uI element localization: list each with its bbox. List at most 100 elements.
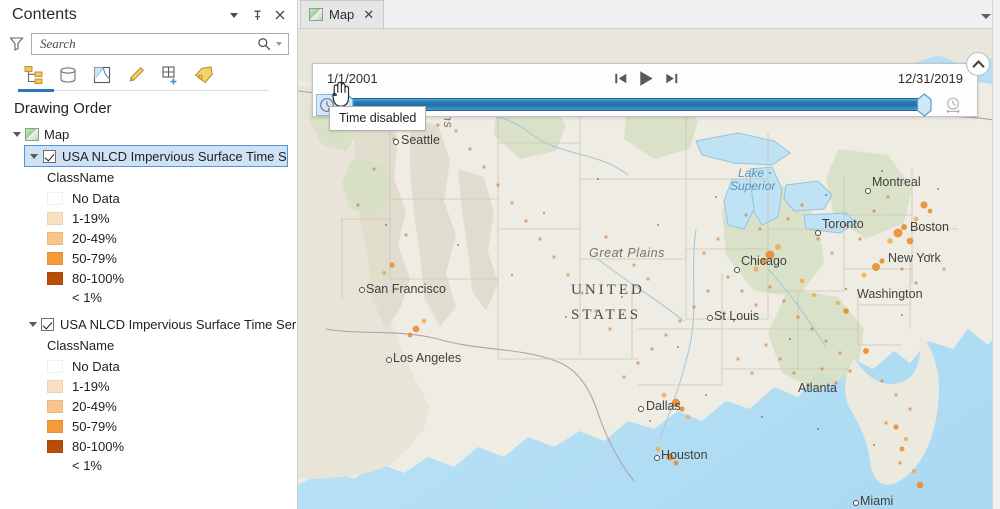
time-slider-header: 1/1/2001 12/31/2019 [313, 64, 977, 92]
legend-swatch [47, 359, 63, 373]
legend-swatch [47, 271, 63, 285]
city-dot [638, 406, 644, 412]
layer-row-0[interactable]: USA NLCD Impervious Surface Time Series [24, 145, 288, 167]
classname-header: ClassName [47, 338, 115, 353]
legend-swatch [47, 211, 63, 225]
legend-item: 80-100% [0, 268, 297, 288]
city-dot [815, 230, 821, 236]
city-dot [393, 139, 399, 145]
legend-item: No Data [0, 356, 297, 376]
contents-header: Contents [0, 0, 297, 30]
time-disabled-tooltip: Time disabled [329, 106, 427, 131]
panel-menu-button[interactable] [227, 8, 241, 22]
classname-header: ClassName [47, 170, 115, 185]
list-by-selection-button[interactable] [86, 60, 118, 90]
city-dot [359, 287, 365, 293]
layer-tree: Drawing Order Map USA NLCD Impervious Su… [0, 93, 297, 509]
clock-arrows-icon [946, 97, 960, 114]
time-slider[interactable]: 1/1/2001 12/31/2019 Time disabled [312, 52, 990, 131]
magnifier-icon[interactable] [257, 37, 271, 51]
time-playback-controls [614, 70, 678, 87]
search-options-caret-icon[interactable] [276, 41, 282, 46]
chevron-down-icon [230, 12, 238, 18]
legend-item: 1-19% [0, 208, 297, 228]
legend-swatch [47, 439, 63, 453]
time-slider-collapse-button[interactable] [966, 52, 990, 76]
layer-label: USA NLCD Impervious Surface Time Series [60, 317, 297, 332]
legend-label: No Data [72, 190, 120, 206]
list-by-snapping-button[interactable] [154, 60, 186, 90]
legend-item: 20-49% [0, 228, 297, 248]
time-range-end-handle[interactable] [916, 93, 933, 117]
tree-row-map[interactable]: Map [0, 124, 297, 145]
legend-item: 20-49% [0, 396, 297, 416]
active-tool-underline [18, 89, 54, 92]
legend-label: 80-100% [72, 270, 125, 286]
play-button[interactable] [638, 70, 654, 87]
legend-swatch [47, 251, 63, 265]
layer-visibility-checkbox[interactable] [41, 318, 54, 331]
map-canvas[interactable]: Seattle San Francisco Los Angeles Dallas… [298, 29, 1000, 509]
expander-icon[interactable] [10, 128, 23, 141]
right-edge-strip [992, 0, 1000, 509]
legend-item: 80-100% [0, 436, 297, 456]
search-box[interactable] [31, 32, 289, 55]
legend-item: 1-19% [0, 376, 297, 396]
legend-label: 20-49% [72, 398, 117, 414]
legend-swatch [47, 419, 63, 433]
list-by-editing-button[interactable] [120, 60, 152, 90]
list-by-data-source-button[interactable] [52, 60, 84, 90]
expander-icon[interactable] [27, 150, 40, 163]
map-node-label: Map [44, 127, 70, 142]
legend-label: 20-49% [72, 230, 117, 246]
legend-label: 1-19% [72, 210, 110, 226]
tab-label: Map [329, 7, 355, 22]
time-span-button[interactable] [943, 95, 963, 115]
tab-map[interactable]: Map ✕ [300, 0, 385, 28]
legend-note: < 1% [72, 290, 102, 305]
next-frame-button[interactable] [665, 72, 678, 85]
list-by-labeling-button[interactable] [188, 60, 220, 90]
city-dot [853, 500, 859, 506]
legend-swatch [47, 231, 63, 245]
legend-swatch [47, 191, 63, 205]
city-dot [734, 267, 740, 273]
contents-panel: Contents Search Drawing Order Map USA NL… [0, 0, 298, 509]
legend-item: 50-79% [0, 248, 297, 268]
previous-frame-button[interactable] [614, 72, 627, 85]
tab-bar: Map ✕ [298, 0, 1000, 29]
time-end-date: 12/31/2019 [897, 70, 963, 86]
time-slider-track[interactable] [343, 98, 927, 111]
legend-item: No Data [0, 188, 297, 208]
legend-swatch [47, 399, 63, 413]
expander-icon[interactable] [26, 318, 39, 331]
toolbar-divider [54, 90, 269, 91]
contents-toolbar [0, 57, 297, 93]
map-thumbnail-icon [309, 8, 323, 21]
funnel-icon[interactable] [9, 36, 24, 51]
close-icon[interactable]: ✕ [363, 7, 374, 23]
layer-label: USA NLCD Impervious Surface Time Series [62, 148, 287, 164]
tree-title: Drawing Order [14, 100, 112, 117]
close-button[interactable] [273, 8, 287, 22]
panel-title: Contents [12, 6, 77, 23]
search-input[interactable] [40, 35, 257, 52]
layer-row-1[interactable]: USA NLCD Impervious Surface Time Series [0, 314, 297, 335]
legend-label: 50-79% [72, 250, 117, 266]
pin-button[interactable] [250, 8, 264, 22]
legend-item: 50-79% [0, 416, 297, 436]
panel-header-buttons [227, 8, 289, 22]
city-dot [865, 188, 871, 194]
legend-swatch [47, 379, 63, 393]
city-dot [386, 357, 392, 363]
search-row [0, 30, 297, 57]
list-by-drawing-order-button[interactable] [18, 60, 50, 90]
legend-label: 80-100% [72, 438, 125, 454]
city-dot [654, 455, 660, 461]
legend-label: 1-19% [72, 378, 110, 394]
chevron-down-icon[interactable] [981, 14, 991, 19]
map-thumbnail-icon [25, 128, 39, 141]
chevron-up-icon [971, 59, 985, 68]
legend-note: < 1% [72, 458, 102, 473]
layer-visibility-checkbox[interactable] [43, 149, 56, 163]
